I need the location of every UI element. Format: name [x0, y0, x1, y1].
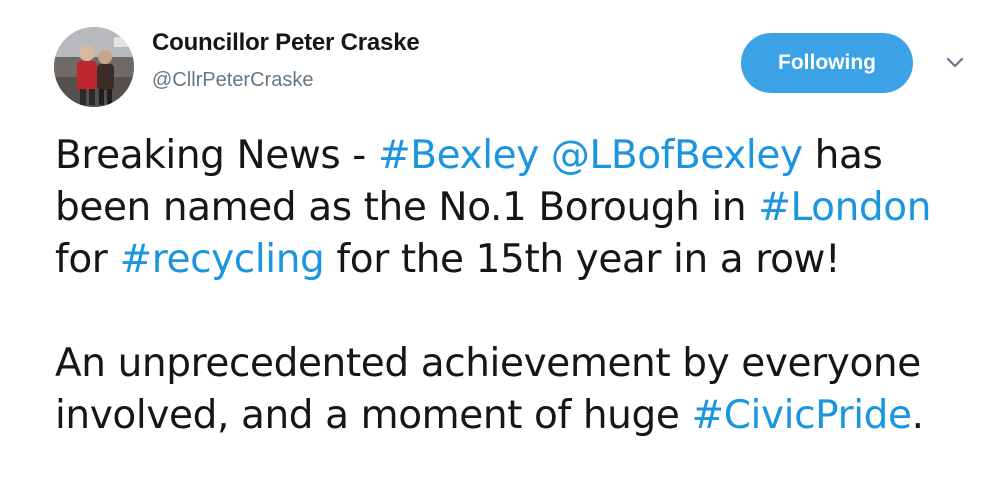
tweet-text-segment: Breaking News - [55, 133, 378, 178]
hashtag-civicpride[interactable]: #CivicPride [691, 393, 912, 438]
tweet-text-segment: for the 15th year in a row! [324, 237, 841, 282]
avatar[interactable] [54, 27, 134, 107]
following-button[interactable]: Following [741, 33, 913, 93]
profile-photo-icon [54, 27, 134, 107]
hashtag-recycling[interactable]: #recycling [119, 237, 324, 282]
mention-lbofbexley[interactable]: @LBofBexley [551, 133, 803, 178]
tweet-text: Breaking News - #Bexley @LBofBexley has … [55, 130, 990, 442]
chevron-down-icon [946, 57, 964, 68]
tweet-paragraph: An unprecedented achievement by everyone… [55, 338, 990, 442]
tweet-text-segment: for [55, 237, 120, 282]
tweet-text-segment: . [911, 393, 924, 438]
tweet-text-segment [539, 133, 551, 178]
hashtag-london[interactable]: #London [758, 185, 931, 230]
hashtag-bexley[interactable]: #Bexley [378, 133, 539, 178]
tweet-menu-button[interactable] [941, 52, 969, 74]
tweet-paragraph: Breaking News - #Bexley @LBofBexley has … [55, 130, 990, 286]
tweet-card: Councillor Peter Craske @CllrPeterCraske… [0, 0, 1000, 500]
author-display-name[interactable]: Councillor Peter Craske [152, 29, 420, 57]
author-handle[interactable]: @CllrPeterCraske [152, 69, 313, 92]
